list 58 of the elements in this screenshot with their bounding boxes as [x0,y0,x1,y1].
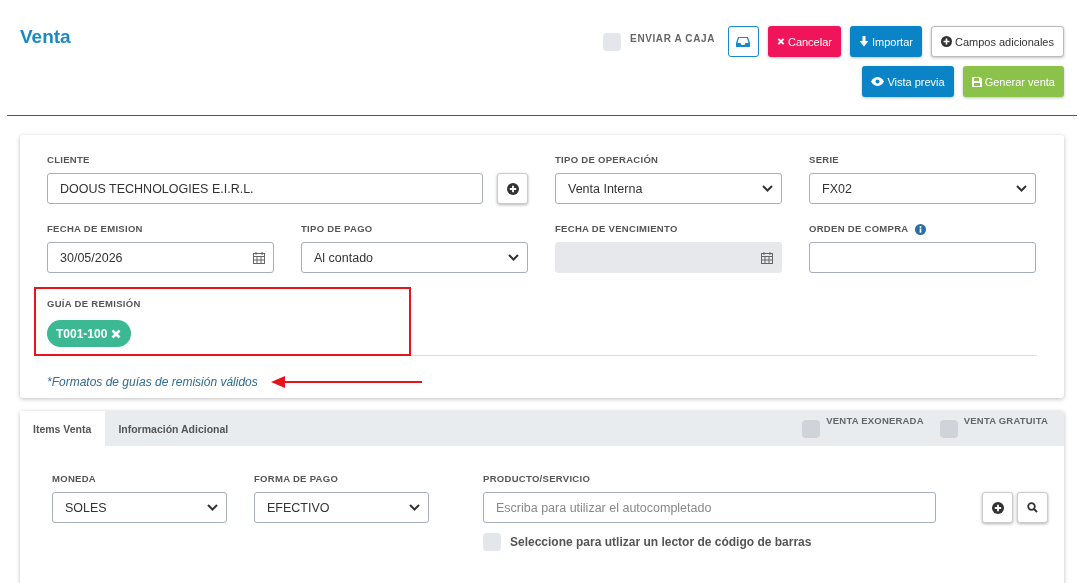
field-label: GUÍA DE REMISIÓN [47,298,142,310]
preview-button[interactable]: Vista previa [862,66,954,97]
select-field[interactable]: FX02 [809,173,1036,204]
inbox-icon [736,35,751,48]
calendar-icon [761,251,773,264]
chevron-down-icon [409,504,420,511]
select-field[interactable]: SOLES [52,492,227,523]
date-field[interactable]: 30/05/2026 [47,242,274,273]
add-product-button[interactable] [982,492,1013,523]
chevron-down-icon [508,254,519,261]
plus-circle-icon [991,501,1004,514]
select-field[interactable]: Venta Interna [555,173,782,204]
info-icon[interactable] [914,223,926,235]
send-to-cash-label: ENVIAR A CAJA [630,33,715,44]
field-label: FECHA DE EMISION [47,223,143,235]
page-title: Venta [20,26,71,49]
product-search-field[interactable]: Escriba para utilizar el autocompletado [483,492,936,523]
field-label: CLIENTE [47,154,90,166]
search-icon [1027,502,1038,513]
input-field[interactable] [809,242,1036,273]
select-field[interactable]: EFECTIVO [254,492,429,523]
field-label: ORDEN DE COMPRA [809,223,909,235]
select-field[interactable]: Al contado [301,242,528,273]
chevron-down-icon [207,504,218,511]
checkbox[interactable] [939,419,958,438]
field-label: TIPO DE OPERACIÓN [555,154,659,166]
field-label: MONEDA [52,473,98,485]
import-button[interactable]: Importar [849,26,922,57]
cancel-button[interactable]: Cancelar [767,26,841,57]
barcode-checkbox-label: Seleccione para utlizar un lector de código de barras [510,535,812,549]
checkbox[interactable] [603,32,622,51]
add-client-button[interactable] [497,173,528,204]
eye-icon [871,77,885,86]
field-label: SERIE [809,154,839,166]
save-icon [971,76,982,87]
tab[interactable]: Items Venta [20,411,106,446]
field-label: PRODUCTO/SERVICIO [483,473,592,485]
chevron-down-icon [1016,185,1027,192]
plus-circle-icon [940,36,952,47]
checkbox[interactable] [802,419,821,438]
inbox-button[interactable] [727,26,759,57]
field-label: TIPO DE PAGO [301,223,373,235]
field-label: FORMA DE PAGO [254,473,340,485]
additional-fields-button[interactable]: Campos adicionales [930,26,1064,57]
search-button[interactable] [1017,492,1048,523]
plus-circle-icon [506,182,519,195]
remove-icon[interactable] [111,328,122,339]
field-label: FECHA DE VENCIMIENTO [555,223,678,235]
tab[interactable]: Información Adicional [105,411,243,446]
guide-formats-link[interactable]: *Formatos de guías de remisión válidos [47,375,258,389]
chevron-down-icon [762,185,773,192]
close-icon [776,37,785,46]
checkbox[interactable] [483,533,501,551]
arrow-down-icon [858,36,869,47]
input-field[interactable]: DOOUS TECHNOLOGIES E.I.R.L. [47,173,483,204]
checkbox-label: VENTA GRATUITA [963,415,1048,428]
checkbox-label: VENTA EXONERADA [826,415,924,428]
calendar-icon [253,251,265,264]
